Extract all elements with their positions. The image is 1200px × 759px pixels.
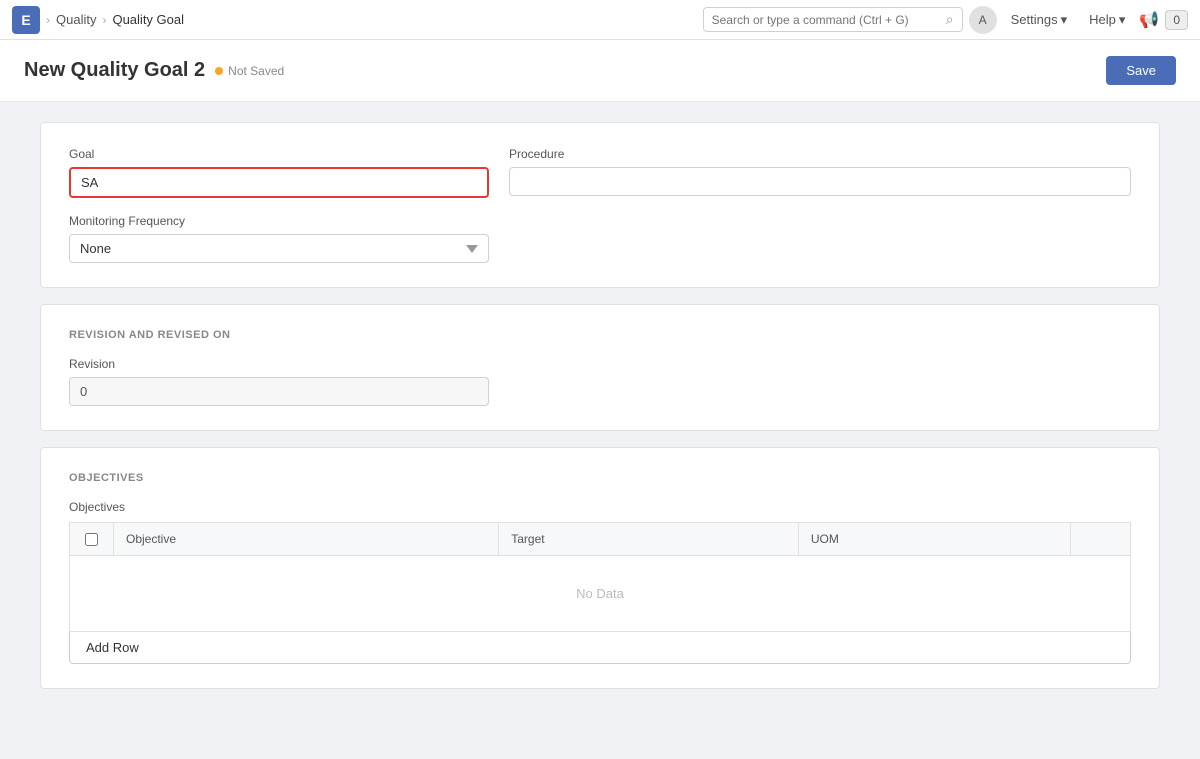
goal-label: Goal — [69, 147, 489, 161]
monitoring-frequency-select[interactable]: None — [69, 234, 489, 263]
announcements-icon[interactable]: 📢 — [1139, 10, 1159, 30]
no-data-cell: No Data — [70, 556, 1131, 632]
settings-button[interactable]: Settings ▾ — [1003, 8, 1076, 32]
top-navigation: E › Quality › Quality Goal ⌕ A Settings … — [0, 0, 1200, 40]
search-bar[interactable]: ⌕ — [703, 7, 963, 32]
monitoring-frequency-label: Monitoring Frequency — [69, 214, 489, 228]
page-header: New Quality Goal 2 Not Saved Save — [0, 40, 1200, 102]
add-row-button[interactable]: Add Row — [69, 632, 1131, 664]
not-saved-badge: Not Saved — [215, 64, 284, 78]
settings-chevron-icon: ▾ — [1061, 12, 1068, 28]
main-content: Goal Procedure Monitoring Frequency None… — [0, 102, 1200, 759]
objectives-section: OBJECTIVES Objectives Objective Target U… — [40, 447, 1160, 689]
search-icon: ⌕ — [946, 11, 954, 28]
help-button[interactable]: Help ▾ — [1081, 8, 1133, 32]
goal-section: Goal Procedure Monitoring Frequency None — [40, 122, 1160, 288]
breadcrumb-quality-goal[interactable]: Quality Goal — [112, 12, 184, 27]
revision-input — [69, 377, 489, 406]
goal-input[interactable] — [69, 167, 489, 198]
search-input[interactable] — [712, 13, 942, 27]
action-column-header — [1071, 523, 1131, 556]
select-all-checkbox[interactable] — [85, 533, 98, 546]
unsaved-dot-icon — [215, 67, 223, 75]
procedure-label: Procedure — [509, 147, 1131, 161]
target-column-header: Target — [499, 523, 799, 556]
revision-section-title: REVISION AND REVISED ON — [69, 329, 1131, 341]
objective-column-header: Objective — [114, 523, 499, 556]
checkbox-column-header — [70, 523, 114, 556]
breadcrumb-quality[interactable]: Quality — [56, 12, 96, 27]
revision-label: Revision — [69, 357, 489, 371]
objectives-section-title: OBJECTIVES — [69, 472, 1131, 484]
uom-column-header: UOM — [798, 523, 1070, 556]
breadcrumb-sep-2: › — [102, 13, 106, 27]
procedure-input[interactable] — [509, 167, 1131, 196]
objectives-label: Objectives — [69, 500, 1131, 514]
revision-section: REVISION AND REVISED ON Revision — [40, 304, 1160, 431]
breadcrumb-sep-1: › — [46, 13, 50, 27]
not-saved-label: Not Saved — [228, 64, 284, 78]
notification-badge[interactable]: 0 — [1165, 10, 1188, 30]
app-icon[interactable]: E — [12, 6, 40, 34]
objectives-table: Objective Target UOM No Data — [69, 522, 1131, 632]
help-chevron-icon: ▾ — [1119, 12, 1126, 28]
no-data-row: No Data — [70, 556, 1131, 632]
page-title: New Quality Goal 2 — [24, 59, 205, 82]
avatar: A — [969, 6, 997, 34]
save-button[interactable]: Save — [1106, 56, 1176, 85]
